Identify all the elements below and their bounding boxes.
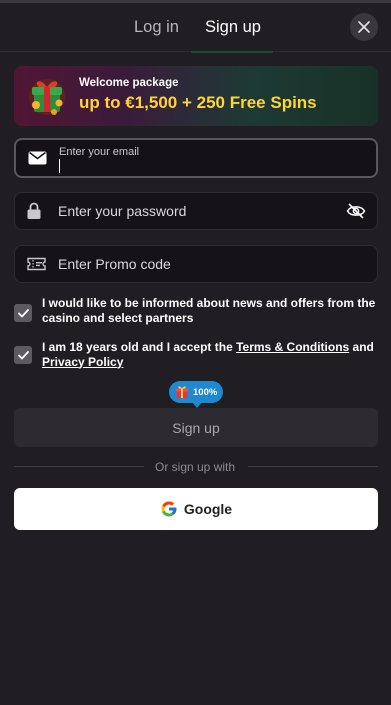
divider-text: Or sign up with	[155, 460, 236, 474]
age-consent-row: I am 18 years old and I accept the Terms…	[14, 340, 378, 372]
google-label: Google	[183, 501, 233, 517]
email-field[interactable]: Enter your email	[14, 138, 378, 178]
progress-label: 100%	[193, 386, 218, 398]
close-button[interactable]	[350, 13, 378, 41]
auth-tabs: Log in Sign up	[0, 4, 391, 53]
age-consent-text: I am 18 years old and I accept the Terms…	[42, 340, 378, 369]
banner-subtitle: Welcome package	[79, 77, 179, 89]
tab-signup[interactable]: Sign up	[205, 18, 261, 37]
password-field[interactable]: Enter your password	[14, 192, 378, 230]
active-tab-indicator	[191, 51, 273, 53]
signup-button[interactable]: Sign up	[14, 408, 378, 447]
check-icon	[17, 350, 29, 359]
close-icon	[358, 21, 370, 33]
gift-icon	[29, 79, 65, 115]
eye-off-icon[interactable]	[346, 203, 366, 219]
divider-right	[248, 466, 378, 467]
promo-placeholder: Enter Promo code	[58, 256, 171, 272]
news-consent-row: I would like to be informed about news a…	[14, 296, 378, 328]
news-consent-checkbox[interactable]	[14, 304, 32, 322]
gift-icon	[175, 386, 189, 398]
check-icon	[17, 308, 29, 317]
top-strip	[0, 0, 391, 3]
ticket-icon	[27, 257, 46, 271]
welcome-banner[interactable]: Welcome package up to €1,500 + 250 Free …	[14, 66, 378, 126]
tab-login[interactable]: Log in	[134, 18, 179, 37]
age-consent-checkbox[interactable]	[14, 346, 32, 364]
age-consent-middle: and	[349, 340, 374, 354]
age-consent-prefix: I am 18 years old and I accept the	[42, 340, 237, 354]
google-signup-button[interactable]: Google	[14, 488, 378, 530]
text-caret	[59, 159, 60, 173]
divider-left	[14, 466, 144, 467]
promo-code-field[interactable]: Enter Promo code	[14, 245, 378, 283]
email-label: Enter your email	[59, 146, 140, 158]
progress-badge: 100%	[169, 381, 223, 403]
google-icon	[161, 501, 177, 517]
lock-icon	[27, 202, 41, 220]
password-placeholder: Enter your password	[58, 203, 187, 219]
banner-offer: up to €1,500 + 250 Free Spins	[79, 93, 317, 112]
envelope-icon	[28, 151, 47, 165]
news-consent-text: I would like to be informed about news a…	[42, 296, 376, 325]
privacy-link[interactable]: Privacy Policy	[42, 355, 123, 369]
terms-link[interactable]: Terms & Conditions	[236, 340, 349, 354]
